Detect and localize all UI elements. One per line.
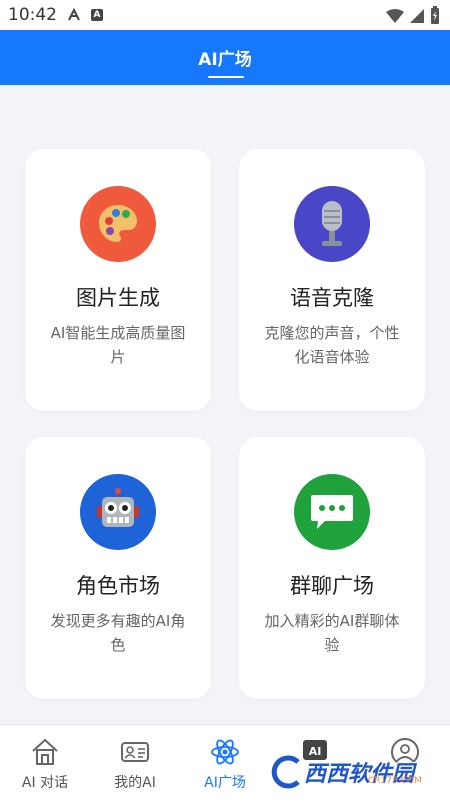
status-time: 10:42 — [8, 5, 57, 25]
nav-label: AI 对话 — [21, 775, 69, 791]
watermark-logo: 西西软件园 CR173.COM — [268, 750, 448, 794]
atom-icon — [211, 739, 239, 765]
home-icon — [32, 738, 58, 765]
app-header: AI广场 — [0, 30, 450, 85]
signal-icon — [410, 8, 424, 27]
title-underline — [208, 76, 244, 78]
card-voice-clone[interactable]: 语音克隆 克隆您的声音，个性化语音体验 — [239, 149, 425, 411]
nav-label: 我的AI — [114, 775, 156, 791]
nav-label: AI广场 — [204, 775, 246, 791]
battery-icon — [430, 6, 440, 28]
nav-item-ai-chat[interactable]: AI 对话 — [0, 725, 90, 802]
chat-icon — [294, 474, 370, 550]
watermark-sub: CR173.COM — [368, 776, 422, 786]
card-description: 克隆您的声音，个性化语音体验 — [264, 324, 400, 366]
robot-icon — [80, 474, 156, 550]
card-title: 图片生成 — [76, 286, 160, 310]
card-description: 发现更多有趣的AI角色 — [50, 612, 186, 654]
card-title: 群聊广场 — [290, 574, 374, 598]
watermark-mark-icon — [271, 755, 300, 789]
a-accessibility-icon — [67, 8, 81, 22]
status-bar: 10:42 A — [0, 0, 450, 30]
palette-icon — [80, 186, 156, 262]
microphone-icon — [294, 186, 370, 262]
card-image-generation[interactable]: 图片生成 AI智能生成高质量图片 — [25, 149, 211, 411]
card-character-market[interactable]: 角色市场 发现更多有趣的AI角色 — [25, 437, 211, 699]
page-title: AI广场 — [198, 50, 252, 70]
id-card-icon — [121, 742, 149, 762]
card-description: 加入精彩的AI群聊体验 — [264, 612, 400, 654]
nav-item-my-ai[interactable]: 我的AI — [90, 725, 180, 802]
wifi-icon — [386, 8, 404, 27]
card-title: 角色市场 — [76, 574, 160, 598]
a-box-icon: A — [91, 9, 103, 21]
card-group-chat[interactable]: 群聊广场 加入精彩的AI群聊体验 — [239, 437, 425, 699]
nav-item-ai-plaza[interactable]: AI广场 — [180, 725, 270, 802]
card-title: 语音克隆 — [290, 286, 374, 310]
card-description: AI智能生成高质量图片 — [50, 324, 186, 366]
